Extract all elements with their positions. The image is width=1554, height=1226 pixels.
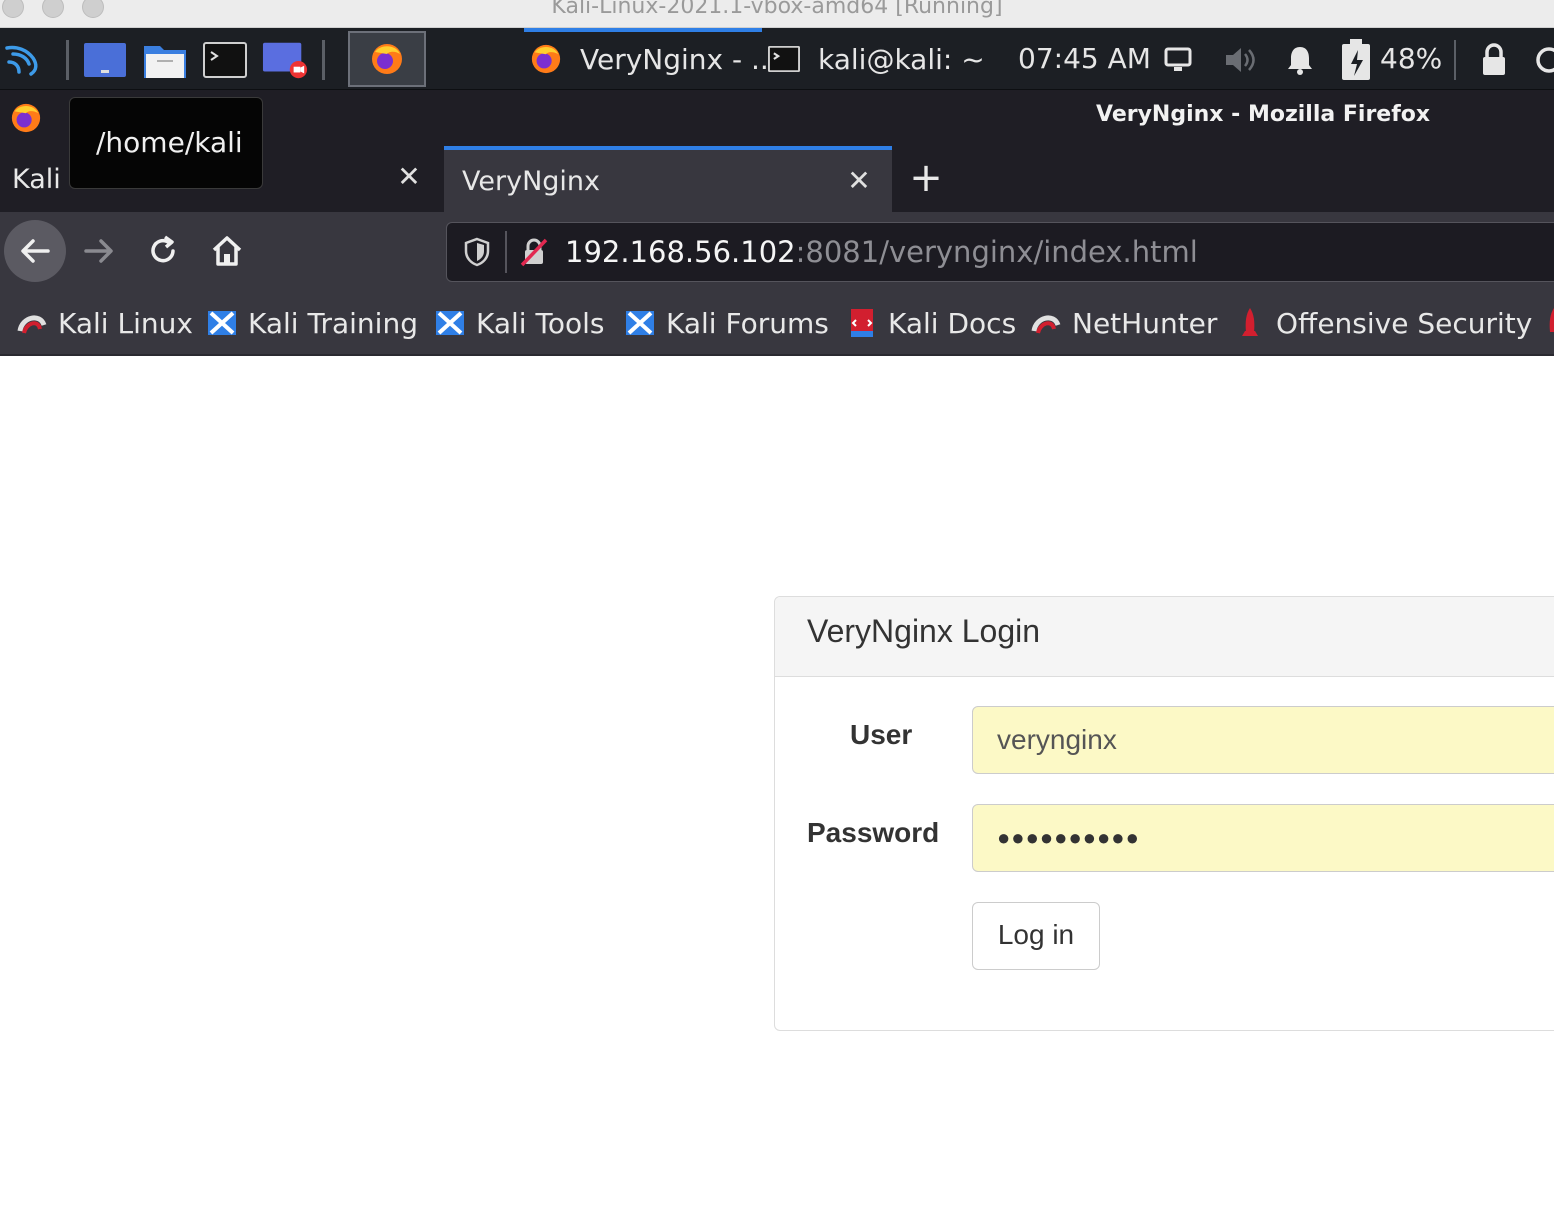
- bookmark-overflow-item[interactable]: [1538, 292, 1554, 354]
- user-input[interactable]: verynginx: [972, 706, 1554, 774]
- taskbar-terminal-window[interactable]: kali@kali: ~: [768, 28, 985, 90]
- panel-separator: [322, 40, 325, 80]
- bookmark-label: Kali Docs: [888, 306, 1017, 340]
- home-icon: [212, 236, 242, 266]
- terminal-launcher-button[interactable]: [202, 38, 248, 82]
- folder-icon: [144, 46, 186, 78]
- nethunter-icon: [1030, 307, 1062, 339]
- url-host: 192.168.56.102: [565, 235, 796, 269]
- taskbar-firefox-window[interactable]: VeryNginx - ...: [530, 28, 778, 90]
- host-window-title: Kali-Linux-2021.1-vbox-amd64 [Running]: [551, 0, 1003, 19]
- arrow-left-icon: [21, 239, 50, 263]
- arrow-right-icon: [84, 239, 113, 263]
- display-tray-button[interactable]: [1160, 40, 1196, 80]
- insecure-lock-icon[interactable]: [519, 237, 549, 267]
- bookmark-kali-training[interactable]: Kali Training: [206, 292, 418, 354]
- urlbar-separator: [505, 231, 507, 273]
- bookmark-kali-forums[interactable]: Kali Forums: [624, 292, 829, 354]
- kali-menu-button[interactable]: [0, 38, 46, 82]
- file-manager-button[interactable]: [142, 38, 188, 82]
- kali-dragon-icon: [5, 45, 38, 76]
- screen-recorder-icon: [262, 42, 308, 79]
- bookmark-kali-linux[interactable]: Kali Linux: [16, 292, 193, 354]
- bookmark-label: NetHunter: [1072, 306, 1218, 340]
- url-text[interactable]: 192.168.56.102:8081/verynginx/index.html: [565, 223, 1198, 281]
- password-label: Password: [807, 817, 940, 848]
- panel-separator: [1454, 40, 1456, 80]
- kali-dragon-icon: [16, 307, 48, 339]
- firefox-launcher-button[interactable]: [348, 31, 426, 87]
- url-path: :8081/verynginx/index.html: [795, 235, 1198, 269]
- kali-panel: VeryNginx - ... kali@kali: ~ 07:45 AM 48…: [0, 28, 1554, 90]
- notifications-tray-button[interactable]: [1282, 40, 1318, 80]
- terminal-icon: [203, 42, 247, 78]
- panel-separator: [66, 40, 69, 80]
- show-desktop-button[interactable]: [82, 38, 128, 82]
- page-content: VeryNginx Login User verynginx Password …: [0, 356, 1554, 1226]
- kali-tools-icon: [434, 307, 466, 339]
- lock-icon: [1483, 43, 1505, 75]
- bookmark-offensive-security[interactable]: Offensive Security: [1234, 292, 1532, 354]
- kali-forums-icon: [624, 307, 656, 339]
- bookmark-label: Kali Forums: [666, 306, 829, 340]
- back-button[interactable]: [4, 220, 66, 282]
- login-button[interactable]: Log in: [972, 902, 1100, 970]
- login-title: VeryNginx Login: [807, 613, 1041, 649]
- kali-docs-icon: [846, 307, 878, 339]
- firefox-icon: [531, 44, 561, 74]
- bookmark-kali-docs[interactable]: Kali Docs: [846, 292, 1016, 354]
- tooltip-text: /home/kali: [96, 126, 243, 159]
- firefox-icon: [11, 103, 41, 133]
- shield-icon[interactable]: [463, 237, 491, 267]
- reload-button[interactable]: [132, 220, 194, 282]
- offsec-icon: [1538, 307, 1554, 339]
- display-icon: [1164, 47, 1192, 71]
- close-tab-icon[interactable]: ✕: [394, 162, 424, 192]
- bookmarks-toolbar: Kali Linux Kali Training Kali Tools Kali…: [0, 292, 1554, 356]
- login-panel: VeryNginx Login User verynginx Password …: [774, 596, 1554, 1031]
- terminal-icon: [768, 46, 800, 72]
- power-icon: [1536, 47, 1554, 73]
- new-tab-button[interactable]: +: [902, 156, 950, 204]
- bookmark-label: Kali Training: [248, 306, 418, 340]
- bell-icon: [1288, 47, 1312, 75]
- bookmark-label: Kali Linux: [58, 306, 193, 340]
- battery-tray-button[interactable]: [1338, 39, 1374, 80]
- url-bar[interactable]: 192.168.56.102:8081/verynginx/index.html: [446, 222, 1554, 282]
- tooltip: /home/kali: [69, 97, 263, 189]
- firefox-icon: [372, 44, 402, 74]
- desktop-icon: [84, 43, 126, 77]
- login-panel-heading: VeryNginx Login: [775, 597, 1554, 677]
- taskbar-terminal-label: kali@kali: ~: [818, 42, 985, 76]
- volume-tray-button[interactable]: [1220, 40, 1260, 80]
- host-titlebar: Kali-Linux-2021.1-vbox-amd64 [Running]: [0, 0, 1554, 28]
- bookmark-kali-tools[interactable]: Kali Tools: [434, 292, 604, 354]
- tab-verynginx[interactable]: VeryNginx ✕: [444, 146, 892, 212]
- volume-muted-icon: [1226, 48, 1255, 72]
- firefox-window-title: VeryNginx - Mozilla Firefox: [1096, 102, 1431, 127]
- battery-icon: [1342, 39, 1370, 80]
- kali-training-icon: [206, 307, 238, 339]
- offsec-icon: [1234, 307, 1266, 339]
- bookmark-label: Kali Tools: [476, 306, 605, 340]
- bookmark-label: Offensive Security: [1276, 306, 1533, 340]
- password-input[interactable]: ●●●●●●●●●●: [972, 804, 1554, 872]
- navigation-toolbar: 192.168.56.102:8081/verynginx/index.html: [0, 212, 1554, 292]
- battery-percentage: 48%: [1380, 42, 1443, 75]
- forward-button[interactable]: [68, 220, 130, 282]
- tab-label: VeryNginx: [462, 165, 600, 197]
- close-tab-icon[interactable]: ✕: [844, 166, 874, 196]
- screen-recorder-button[interactable]: [262, 38, 308, 82]
- lock-screen-button[interactable]: [1476, 40, 1512, 80]
- home-button[interactable]: [196, 220, 258, 282]
- power-menu-button[interactable]: [1534, 40, 1554, 80]
- user-label: User: [850, 719, 913, 750]
- reload-icon: [151, 235, 175, 263]
- clock[interactable]: 07:45 AM: [1018, 28, 1151, 90]
- bookmark-nethunter[interactable]: NetHunter: [1030, 292, 1217, 354]
- taskbar-firefox-label: VeryNginx - ...: [580, 42, 778, 76]
